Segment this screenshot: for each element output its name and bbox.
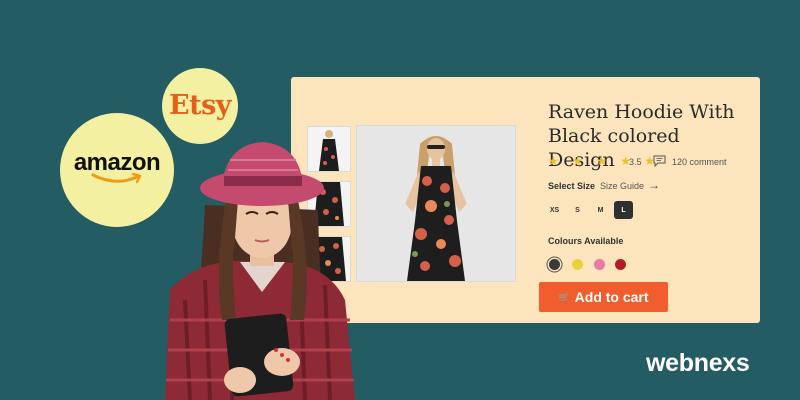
woman-with-tablet-image — [165, 142, 355, 400]
webnexs-logo: webnexs — [646, 349, 750, 377]
